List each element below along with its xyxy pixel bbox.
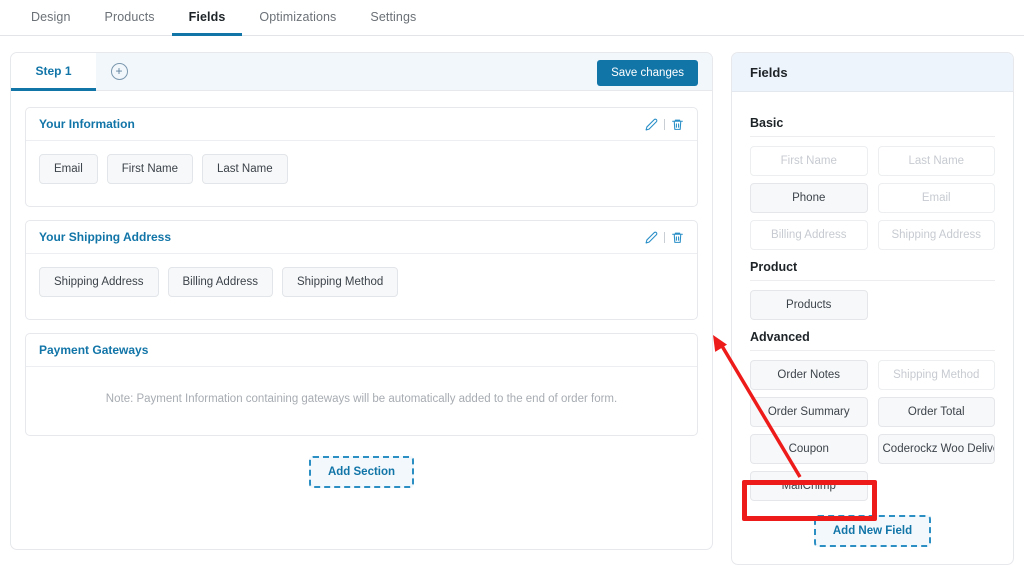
action-divider	[664, 231, 665, 243]
pencil-icon[interactable]	[645, 118, 658, 131]
tab-label: Design	[31, 9, 71, 24]
tab-settings[interactable]: Settings	[353, 0, 433, 36]
field-option-billing-address: Billing Address	[750, 220, 868, 250]
field-option-first-name: First Name	[750, 146, 868, 176]
field-chip[interactable]: Email	[39, 154, 98, 184]
trash-icon[interactable]	[671, 231, 684, 244]
field-category-title: Advanced	[750, 330, 810, 344]
step-tab-label: Step 1	[35, 63, 72, 78]
top-navigation: Design Products Fields Optimizations Setting…	[0, 0, 1024, 36]
tab-label: Fields	[188, 9, 226, 24]
tab-optimizations[interactable]: Optimizations	[242, 0, 353, 36]
tab-label: Optimizations	[259, 9, 337, 24]
field-option-shipping-address: Shipping Address	[877, 220, 995, 250]
field-chip[interactable]: Shipping Address	[39, 267, 159, 297]
field-option-coderockz-woo-delivery[interactable]: Coderockz Woo Delivery	[877, 434, 995, 464]
add-section-button[interactable]: Add Section	[308, 456, 415, 488]
field-grid: First Name Last Name Phone Email Billing Add…	[750, 146, 995, 250]
field-category-title: Basic	[750, 116, 784, 130]
add-section-row: Add Section	[11, 449, 712, 488]
fields-side-panel: Fields Basic First Name Last Name Phone Emai…	[731, 52, 1014, 565]
field-grid: Products	[750, 290, 995, 320]
tab-label: Products	[104, 9, 155, 24]
tab-label: Settings	[370, 9, 417, 24]
field-chip[interactable]: Billing Address	[167, 267, 273, 297]
form-section: Your Information Email First Name Last Name	[25, 107, 698, 207]
form-section: Your Shipping Address Shipping Address Bil…	[25, 220, 698, 320]
field-option-order-total[interactable]: Order Total	[877, 397, 995, 427]
section-header: Your Shipping Address	[26, 221, 697, 254]
category-divider	[750, 350, 995, 351]
field-chip[interactable]: First Name	[106, 154, 193, 184]
section-note: Note: Payment Information containing gat…	[105, 393, 618, 405]
field-grid: Order Notes Shipping Method Order Summary O…	[750, 360, 995, 501]
section-fields: Shipping Address Billing Address Shipping …	[26, 254, 697, 319]
field-option-mailchimp[interactable]: MailChimp	[750, 471, 868, 501]
field-option-order-summary[interactable]: Order Summary	[750, 397, 868, 427]
section-title: Your Information	[39, 117, 135, 131]
category-divider	[750, 280, 995, 281]
field-option-email: Email	[877, 183, 995, 213]
category-divider	[750, 136, 995, 137]
pencil-icon[interactable]	[645, 231, 658, 244]
form-section: Payment Gateways Note: Payment Informatio…	[25, 333, 698, 436]
field-option-shipping-method: Shipping Method	[877, 360, 995, 390]
section-fields: Email First Name Last Name	[26, 141, 697, 206]
tab-fields[interactable]: Fields	[171, 0, 243, 36]
field-option-coupon[interactable]: Coupon	[750, 434, 868, 464]
field-chip[interactable]: Shipping Method	[281, 267, 399, 297]
add-new-field-row: Add New Field	[732, 515, 1013, 547]
fields-panel-body: Basic First Name Last Name Phone Email Billin…	[732, 92, 1013, 501]
add-step-button[interactable]: +	[96, 53, 142, 90]
fields-panel-title: Fields	[732, 53, 1013, 92]
section-title: Your Shipping Address	[39, 230, 172, 244]
section-title: Payment Gateways	[39, 343, 149, 357]
field-option-products[interactable]: Products	[750, 290, 868, 320]
action-divider	[664, 118, 665, 130]
field-option-last-name: Last Name	[877, 146, 995, 176]
tab-products[interactable]: Products	[88, 0, 172, 36]
step-tab-bar: Step 1 + Save changes	[11, 53, 712, 91]
tab-step-1[interactable]: Step 1	[11, 53, 96, 91]
form-sections: Your Information Email First Name Last Name…	[11, 91, 712, 436]
save-changes-button[interactable]: Save changes	[597, 60, 698, 86]
section-header: Your Information	[26, 108, 697, 141]
section-actions	[645, 118, 684, 131]
trash-icon[interactable]	[671, 118, 684, 131]
form-builder-panel: Step 1 + Save changes Your Information Em…	[10, 52, 713, 550]
field-option-phone[interactable]: Phone	[750, 183, 868, 213]
field-category-title: Product	[750, 260, 798, 274]
section-actions	[645, 231, 684, 244]
field-chip[interactable]: Last Name	[202, 154, 288, 184]
section-header: Payment Gateways	[26, 334, 697, 367]
field-option-order-notes[interactable]: Order Notes	[750, 360, 868, 390]
plus-circle-icon: +	[110, 63, 128, 80]
add-new-field-button[interactable]: Add New Field	[813, 515, 932, 547]
tab-design[interactable]: Design	[14, 0, 88, 36]
